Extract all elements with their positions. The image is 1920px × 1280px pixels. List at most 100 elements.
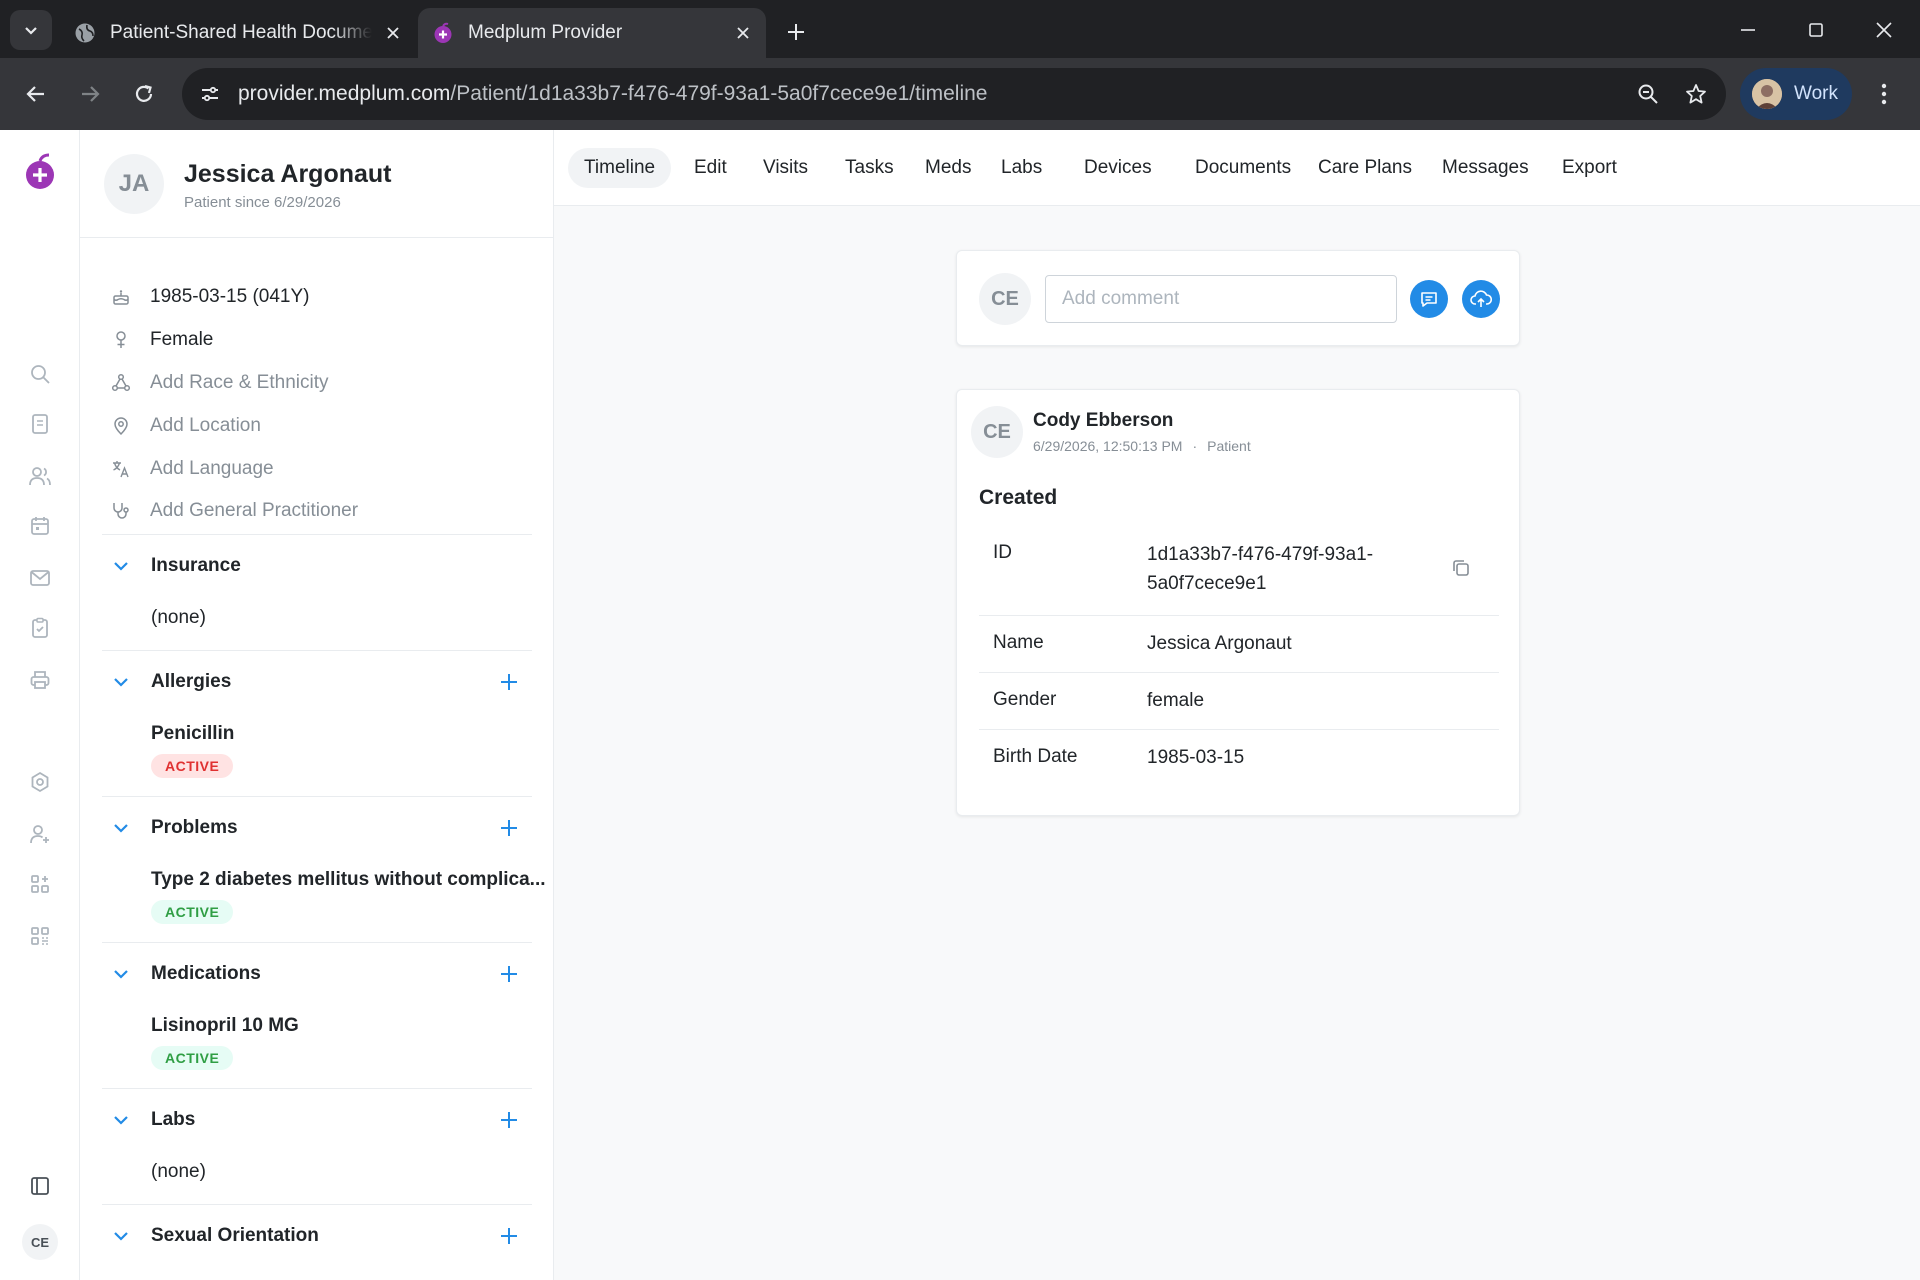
demographics-list: 1985-03-15 (041Y) Female Add Race & Ethn… [110, 276, 530, 533]
problem-item[interactable]: Type 2 diabetes mellitus without complic… [151, 869, 546, 891]
site-info-icon[interactable] [190, 74, 230, 114]
plus-icon[interactable] [496, 1223, 522, 1249]
resource-properties: ID 1d1a33b7-f476-479f-93a1- 5a0f7cece9e1 … [979, 530, 1499, 787]
problems-header[interactable]: Problems [102, 797, 532, 859]
more-vertical-icon [1881, 83, 1887, 105]
insurance-header[interactable]: Insurance [102, 535, 532, 597]
medications-header[interactable]: Medications [102, 943, 532, 1005]
tab-meds[interactable]: Meds [909, 148, 987, 188]
chevron-down-icon[interactable] [108, 1223, 134, 1249]
message-icon [1421, 292, 1437, 307]
sidebar-toggle-icon[interactable] [20, 1166, 60, 1206]
property-key: Birth Date [993, 746, 1078, 767]
chevron-down-icon[interactable] [108, 1107, 134, 1133]
plus-icon[interactable] [496, 669, 522, 695]
gender-row[interactable]: Female [110, 319, 530, 362]
medplum-logo-icon [432, 22, 454, 44]
plus-icon[interactable] [496, 1107, 522, 1133]
window-close-button[interactable] [1862, 10, 1906, 50]
plus-icon[interactable] [496, 961, 522, 987]
chevron-down-icon[interactable] [108, 961, 134, 987]
mail-icon[interactable] [20, 558, 60, 598]
close-icon[interactable] [732, 22, 754, 44]
profile-button[interactable]: Work [1740, 68, 1852, 120]
arrow-right-icon [82, 86, 100, 102]
browser-tab-medplum[interactable]: Medplum Provider [418, 8, 766, 58]
new-tab-button[interactable] [780, 16, 812, 48]
plus-icon [788, 24, 804, 40]
medication-item[interactable]: Lisinopril 10 MG [151, 1015, 299, 1037]
tab-export[interactable]: Export [1546, 148, 1633, 188]
tab-tasks[interactable]: Tasks [829, 148, 910, 188]
event-author[interactable]: Cody Ebberson [1033, 410, 1173, 432]
chevron-down-icon[interactable] [108, 669, 134, 695]
reload-button[interactable] [124, 74, 164, 114]
printer-icon[interactable] [20, 660, 60, 700]
chevron-down-icon[interactable] [108, 815, 134, 841]
language-row[interactable]: Add Language [110, 447, 530, 490]
allergy-item[interactable]: Penicillin [151, 723, 234, 745]
status-badge: ACTIVE [151, 1046, 234, 1070]
copy-icon[interactable] [1449, 556, 1473, 580]
zoom-icon[interactable] [1628, 74, 1668, 114]
tab-documents[interactable]: Documents [1179, 148, 1307, 188]
labs-header[interactable]: Labs [102, 1089, 532, 1151]
sexual-orientation-header[interactable]: Sexual Orientation [102, 1205, 532, 1267]
tab-edit[interactable]: Edit [678, 148, 743, 188]
maximize-button[interactable] [1794, 10, 1838, 50]
tab-timeline[interactable]: Timeline [568, 148, 672, 188]
table-row: Gender female [979, 673, 1499, 730]
tab-visits[interactable]: Visits [747, 148, 824, 188]
chevron-down-icon[interactable] [108, 553, 134, 579]
event-context[interactable]: Patient [1207, 438, 1251, 454]
back-button[interactable] [16, 74, 56, 114]
forward-button[interactable] [70, 74, 110, 114]
birthdate-row[interactable]: 1985-03-15 (041Y) [110, 276, 530, 319]
allergies-header[interactable]: Allergies [102, 651, 532, 713]
patient-since: Patient since 6/29/2026 [184, 194, 341, 211]
insurance-empty: (none) [151, 607, 206, 628]
apps-icon[interactable] [20, 864, 60, 904]
comment-input[interactable] [1045, 275, 1397, 323]
users-icon[interactable] [20, 456, 60, 496]
practitioner-row[interactable]: Add General Practitioner [110, 490, 530, 533]
tab-devices[interactable]: Devices [1068, 148, 1168, 188]
browser-menu-button[interactable] [1868, 74, 1900, 114]
qrcode-icon[interactable] [20, 916, 60, 956]
plus-icon[interactable] [496, 815, 522, 841]
minimize-button[interactable] [1726, 10, 1770, 50]
tab-search-button[interactable] [10, 10, 52, 50]
close-icon [1876, 22, 1892, 38]
sexual-orientation-section: Sexual Orientation [102, 1204, 532, 1280]
search-icon[interactable] [20, 354, 60, 394]
section-title: Medications [151, 963, 261, 984]
send-comment-button[interactable] [1410, 280, 1448, 318]
table-row: ID 1d1a33b7-f476-479f-93a1- 5a0f7cece9e1 [979, 530, 1499, 616]
upload-button[interactable] [1462, 280, 1500, 318]
browser-tab-documents[interactable]: Patient-Shared Health Documer [74, 8, 404, 58]
browser-tabstrip: Patient-Shared Health Documer Medplum Pr… [0, 0, 1920, 58]
user-plus-icon[interactable] [20, 814, 60, 854]
tab-title: Patient-Shared Health Documer [110, 22, 372, 43]
close-icon[interactable] [382, 22, 404, 44]
location-row[interactable]: Add Location [110, 404, 530, 447]
tab-labs[interactable]: Labs [985, 148, 1058, 188]
user-avatar[interactable]: CE [22, 1224, 58, 1260]
tab-messages[interactable]: Messages [1426, 148, 1545, 188]
medplum-logo-icon[interactable] [22, 152, 58, 192]
patient-name: Jessica Argonaut [184, 160, 392, 188]
language-icon [110, 458, 132, 480]
race-ethnicity-row[interactable]: Add Race & Ethnicity [110, 362, 530, 405]
settings-icon[interactable] [20, 762, 60, 802]
address-bar[interactable]: provider.medplum.com/Patient/1d1a33b7-f4… [182, 68, 1726, 120]
language-placeholder: Add Language [150, 457, 274, 479]
tab-care-plans[interactable]: Care Plans [1302, 148, 1428, 188]
property-value: Jessica Argonaut [1147, 633, 1292, 654]
calendar-icon[interactable] [20, 506, 60, 546]
status-badge: ACTIVE [151, 754, 234, 778]
clipboard-icon[interactable] [20, 608, 60, 648]
profile-label: Work [1794, 83, 1838, 104]
document-icon[interactable] [20, 404, 60, 444]
event-timestamp[interactable]: 6/29/2026, 12:50:13 PM [1033, 438, 1182, 454]
bookmark-star-icon[interactable] [1676, 74, 1716, 114]
